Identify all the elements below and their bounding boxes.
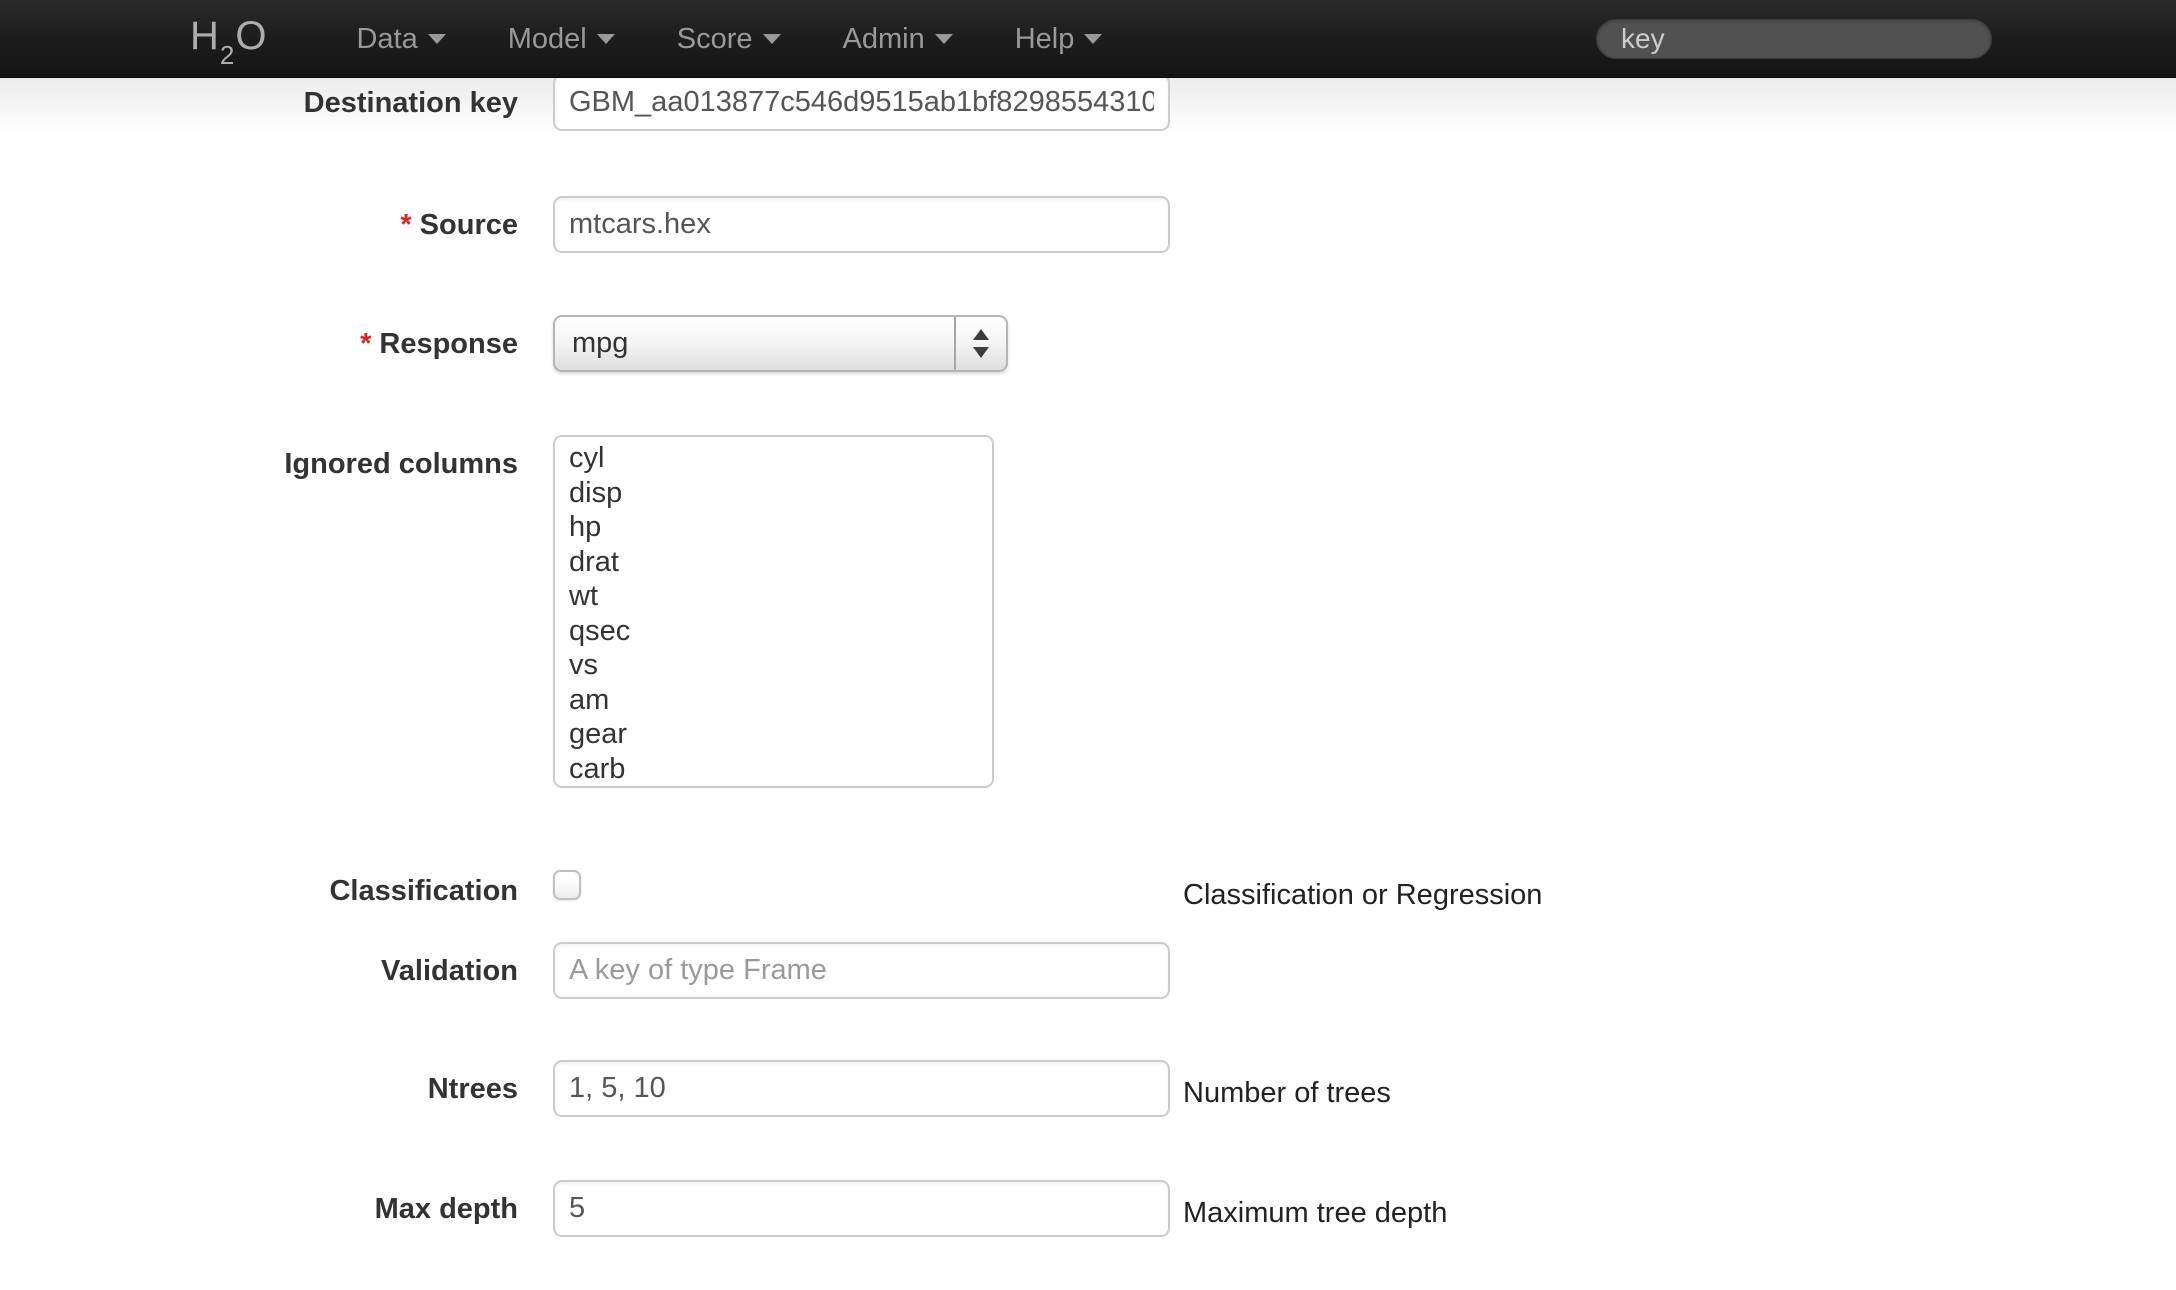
row-response: *Response mpg [0,315,2176,372]
chevron-down-icon [935,34,953,44]
required-asterisk: * [400,209,411,241]
nav-item-score-label: Score [677,23,753,56]
ntrees-help-text: Number of trees [1183,1060,1391,1110]
chevron-down-icon [1084,34,1102,44]
validation-controls [553,942,1183,999]
arrow-down-icon [973,347,989,358]
nav-item-data[interactable]: Data [325,0,476,78]
nav-item-admin[interactable]: Admin [812,0,984,78]
chevron-down-icon [428,34,446,44]
classification-help-text: Classification or Regression [1183,862,1542,912]
navbar-inner: H2O Data Model Score Admin Help [148,0,2028,78]
ignored-column-option[interactable]: gear [555,717,992,752]
nav-item-admin-label: Admin [843,23,925,56]
nav-item-score[interactable]: Score [646,0,812,78]
classification-checkbox[interactable] [553,870,581,900]
ntrees-input[interactable] [553,1060,1170,1117]
row-ignored-columns: Ignored columns cyl disp hp drat wt qsec… [0,435,2176,788]
required-asterisk: * [360,328,371,360]
validation-label: Validation [0,942,518,988]
source-controls [553,196,1183,253]
ignored-column-option[interactable]: hp [555,510,992,545]
nav-item-model-label: Model [508,23,587,56]
brand-h: H [190,14,220,58]
ignored-column-option[interactable]: vs [555,648,992,683]
max-depth-input[interactable] [553,1180,1170,1237]
row-ntrees: Ntrees Number of trees [0,1060,2176,1117]
max-depth-controls [553,1180,1183,1237]
ntrees-label: Ntrees [0,1060,518,1106]
ignored-column-option[interactable]: cyl [555,441,992,476]
validation-input[interactable] [553,942,1170,999]
nav-item-help[interactable]: Help [984,0,1134,78]
source-input[interactable] [553,196,1170,253]
arrow-up-icon [973,329,989,340]
max-depth-label: Max depth [0,1180,518,1226]
navbar-menu: Data Model Score Admin Help [325,0,1133,78]
destination-key-label: Destination key [0,74,518,120]
nav-item-model[interactable]: Model [477,0,646,78]
row-source: *Source [0,196,2176,253]
ignored-column-option[interactable]: disp [555,476,992,511]
chevron-down-icon [763,34,781,44]
nav-item-help-label: Help [1015,23,1075,56]
row-validation: Validation [0,942,2176,999]
classification-label: Classification [0,862,518,908]
response-select-value: mpg [555,327,628,360]
up-down-arrows-icon [954,317,1006,370]
ignored-column-option[interactable]: drat [555,545,992,580]
max-depth-help-text: Maximum tree depth [1183,1180,1447,1230]
brand-o: O [235,14,267,58]
response-controls: mpg [553,315,1183,372]
ignored-column-option[interactable]: am [555,683,992,718]
ignored-columns-listbox[interactable]: cyl disp hp drat wt qsec vs am gear carb [553,435,994,788]
brand-sub2: 2 [220,40,235,70]
row-max-depth: Max depth Maximum tree depth [0,1180,2176,1237]
ignored-column-option[interactable]: wt [555,579,992,614]
search-input[interactable] [1596,19,1992,59]
gbm-model-form: Destination key *Source *Response mpg Ig… [0,0,2176,1237]
ntrees-controls [553,1060,1183,1117]
row-classification: Classification Classification or Regress… [0,862,2176,912]
nav-item-data-label: Data [356,23,417,56]
ignored-columns-label: Ignored columns [0,435,518,481]
row-destination-key: Destination key [0,74,2176,131]
chevron-down-icon [597,34,615,44]
response-label: *Response [0,315,518,361]
ignored-column-option[interactable]: qsec [555,614,992,649]
response-select[interactable]: mpg [553,315,1008,372]
classification-controls [553,862,1183,905]
ignored-columns-controls: cyl disp hp drat wt qsec vs am gear carb [553,435,1183,788]
top-navbar: H2O Data Model Score Admin Help [0,0,2176,78]
destination-key-controls [553,74,1183,131]
ignored-column-option[interactable]: carb [555,752,992,787]
source-label: *Source [0,196,518,242]
destination-key-input[interactable] [553,74,1170,131]
h2o-logo[interactable]: H2O [190,14,267,65]
